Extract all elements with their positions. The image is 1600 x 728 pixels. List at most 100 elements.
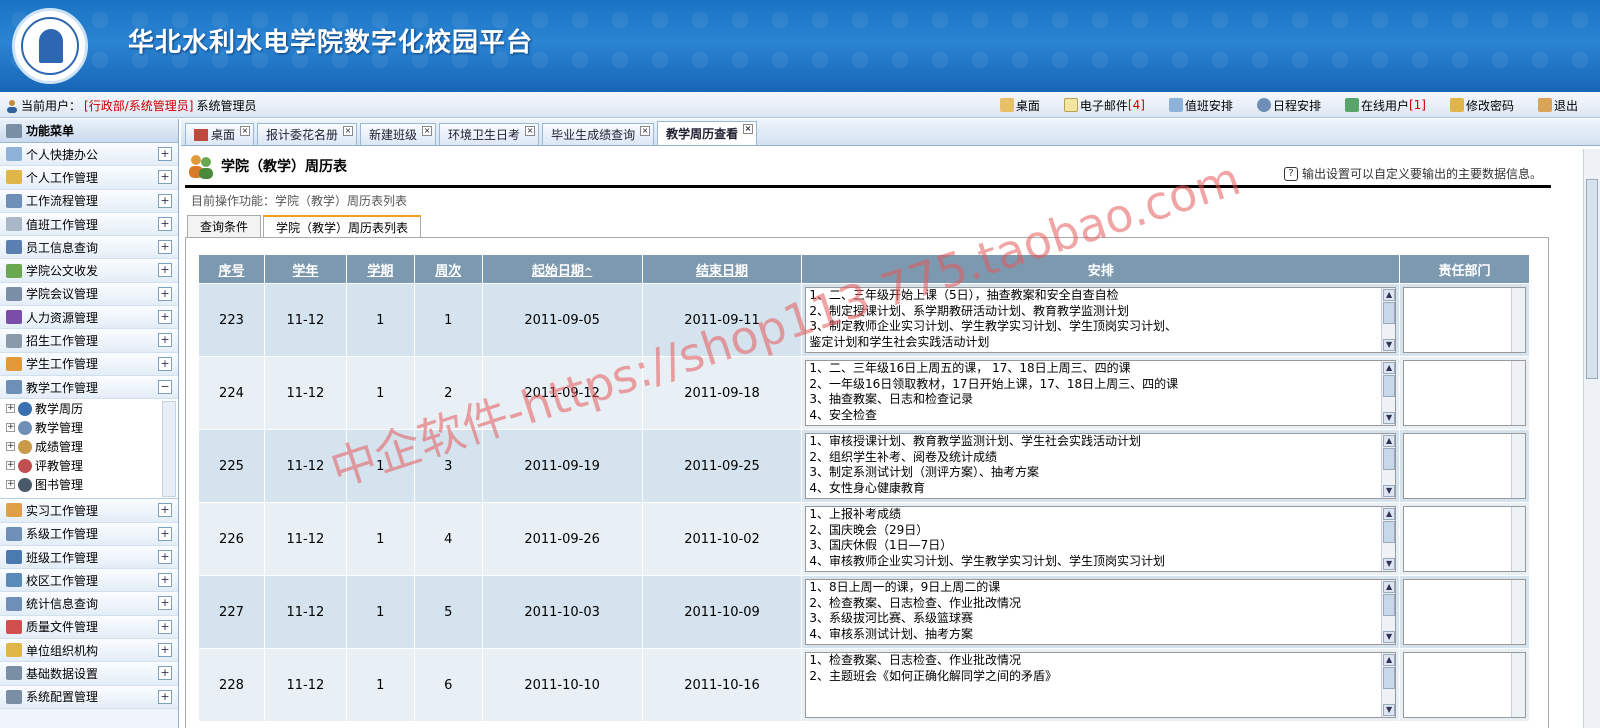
submenu-item[interactable]: + 评教管理 [0, 456, 178, 475]
expand-icon[interactable]: + [158, 333, 172, 348]
sidebar-item[interactable]: 单位组织机构 + [0, 639, 178, 663]
scroll-up-icon[interactable]: ▲ [1383, 435, 1396, 447]
scroll-thumb[interactable] [1383, 667, 1396, 689]
close-icon[interactable]: × [240, 126, 251, 136]
submenu-scrollbar[interactable] [162, 401, 176, 498]
department-textarea[interactable] [1403, 652, 1526, 718]
department-textarea[interactable] [1403, 506, 1526, 572]
submenu-item[interactable]: + 图书管理 [0, 475, 178, 494]
scroll-thumb[interactable] [1383, 375, 1396, 397]
tree-expand-icon[interactable]: + [6, 404, 15, 414]
scroll-up-icon[interactable]: ▲ [1383, 654, 1396, 666]
tree-expand-icon[interactable]: + [6, 461, 15, 471]
scroll-thumb[interactable] [1383, 302, 1396, 324]
column-header[interactable]: 序号 [198, 254, 265, 284]
user-role[interactable]: [行政部/系统管理员] [84, 97, 193, 114]
scroll-down-icon[interactable]: ▼ [1383, 631, 1396, 643]
table-row[interactable]: 224 11-12 1 2 2011-09-12 2011-09-18 1、二、三年级16日… [198, 356, 1530, 430]
expand-icon[interactable]: + [158, 356, 172, 371]
expand-icon[interactable]: + [158, 310, 172, 325]
textarea-scrollbar[interactable]: ▲ ▼ [1381, 361, 1396, 425]
close-icon[interactable]: × [640, 126, 651, 136]
scroll-thumb[interactable] [1383, 594, 1396, 616]
sidebar-item[interactable]: 个人工作管理 + [0, 166, 178, 190]
expand-icon[interactable]: + [158, 526, 172, 541]
collapse-icon[interactable]: − [158, 379, 172, 394]
scroll-down-icon[interactable]: ▼ [1383, 704, 1396, 716]
scroll-down-icon[interactable]: ▼ [1383, 485, 1396, 497]
expand-icon[interactable]: + [158, 573, 172, 588]
expand-icon[interactable]: + [158, 596, 172, 611]
scroll-up-icon[interactable]: ▲ [1383, 581, 1396, 593]
submenu-item[interactable]: + 教学周历 [0, 399, 178, 418]
textarea-scrollbar[interactable]: ▲ ▼ [1381, 434, 1396, 498]
sidebar-item[interactable]: 值班工作管理 + [0, 212, 178, 237]
tab[interactable]: 报计委花名册 × [257, 123, 358, 145]
column-header[interactable]: 周次 [413, 254, 483, 284]
sidebar-item[interactable]: 班级工作管理 + [0, 545, 178, 570]
main-scroll-thumb[interactable] [1586, 179, 1598, 379]
expand-icon[interactable]: + [158, 193, 172, 208]
textarea-scrollbar[interactable] [1511, 580, 1525, 644]
sidebar-item[interactable]: 学院会议管理 + [0, 282, 178, 307]
scroll-up-icon[interactable]: ▲ [1383, 362, 1396, 374]
sidebar-item[interactable]: 招生工作管理 + [0, 329, 178, 353]
logout-link[interactable]: 退出 [1526, 96, 1590, 114]
table-row[interactable]: 223 11-12 1 1 2011-09-05 2011-09-11 1、二、三年级开始上… [198, 283, 1530, 357]
tab[interactable]: 毕业生成绩查询 × [542, 123, 655, 145]
sidebar-item[interactable]: 学院公文收发 + [0, 259, 178, 283]
change-password-link[interactable]: 修改密码 [1438, 96, 1526, 114]
scroll-down-icon[interactable]: ▼ [1383, 339, 1396, 351]
schedule-link[interactable]: 日程安排 [1245, 96, 1333, 114]
email-link[interactable]: 电子邮件 [4] [1052, 96, 1157, 114]
tab[interactable]: 桌面 × [185, 123, 255, 145]
textarea-scrollbar[interactable] [1511, 434, 1525, 498]
desktop-link[interactable]: 桌面 [988, 96, 1052, 114]
sidebar-item[interactable]: 人力资源管理 + [0, 306, 178, 330]
table-row[interactable]: 228 11-12 1 6 2011-10-10 2011-10-16 1、检查教案、日志检… [198, 648, 1530, 722]
sidebar-item[interactable]: 统计信息查询 + [0, 592, 178, 616]
sidebar-item[interactable]: 系统配置管理 + [0, 685, 178, 709]
arrangement-textarea[interactable]: 1、二、三年级16日上周五的课， 17、18日上周三、四的课 2、一年级16日领取… [805, 360, 1397, 426]
tab[interactable]: 教学周历查看 × [657, 121, 758, 145]
close-icon[interactable]: × [525, 126, 536, 136]
scroll-up-icon[interactable]: ▲ [1383, 289, 1396, 301]
expand-icon[interactable]: + [158, 549, 172, 564]
department-textarea[interactable] [1403, 579, 1526, 645]
textarea-scrollbar[interactable] [1511, 288, 1525, 352]
sidebar-item[interactable]: 质量文件管理 + [0, 615, 178, 640]
arrangement-textarea[interactable]: 1、上报补考成绩 2、国庆晚会（29日） 3、国庆休假（1日—7日） 4、审核教师企业… [805, 506, 1397, 572]
sidebar-item[interactable]: 系级工作管理 + [0, 522, 178, 546]
textarea-scrollbar[interactable]: ▲ ▼ [1381, 288, 1396, 352]
expand-icon[interactable]: + [158, 689, 172, 704]
department-textarea[interactable] [1403, 287, 1526, 353]
tree-expand-icon[interactable]: + [6, 442, 15, 452]
scroll-down-icon[interactable]: ▼ [1383, 558, 1396, 570]
expand-icon[interactable]: + [158, 619, 172, 634]
column-header[interactable]: 结束日期 [641, 254, 803, 284]
submenu-item[interactable]: + 教学管理 [0, 418, 178, 437]
expand-icon[interactable]: + [158, 240, 172, 255]
arrangement-textarea[interactable]: 1、二、三年级开始上课（5日），抽查教案和安全自查自检 2、制定授课计划、系学期教… [805, 287, 1397, 353]
textarea-scrollbar[interactable] [1511, 361, 1525, 425]
table-row[interactable]: 226 11-12 1 4 2011-09-26 2011-10-02 1、上报补考成绩 2、… [198, 502, 1530, 576]
main-scrollbar[interactable] [1583, 149, 1600, 728]
sort-asc-icon[interactable]: ^ [584, 267, 592, 278]
arrangement-textarea[interactable]: 1、检查教案、日志检查、作业批改情况 2、主题班会《如何正确化解同学之间的矛盾》 ▲… [805, 652, 1397, 718]
textarea-scrollbar[interactable]: ▲ ▼ [1381, 580, 1396, 644]
department-textarea[interactable] [1403, 360, 1526, 426]
question-icon[interactable]: ? [1283, 166, 1298, 181]
column-header[interactable]: 起始日期^ [481, 254, 643, 284]
sidebar-item[interactable]: 个人快捷办公 + [0, 143, 178, 167]
textarea-scrollbar[interactable]: ▲ ▼ [1381, 507, 1396, 571]
tree-expand-icon[interactable]: + [6, 423, 15, 433]
table-row[interactable]: 227 11-12 1 5 2011-10-03 2011-10-09 1、8日上周一的课，… [198, 575, 1530, 649]
duty-link[interactable]: 值班安排 [1157, 96, 1245, 114]
scroll-thumb[interactable] [1383, 521, 1396, 543]
expand-icon[interactable]: + [158, 263, 172, 278]
scroll-thumb[interactable] [1383, 448, 1396, 470]
sidebar-item[interactable]: 实习工作管理 + [0, 499, 178, 523]
expand-icon[interactable]: + [158, 216, 172, 231]
online-users-link[interactable]: 在线用户 [1] [1333, 96, 1438, 114]
textarea-scrollbar[interactable] [1511, 507, 1525, 571]
